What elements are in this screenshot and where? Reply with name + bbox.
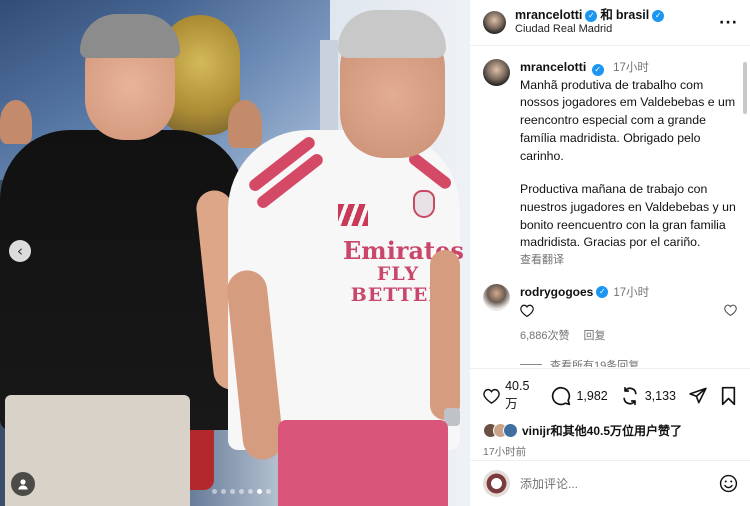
author-line: mrancelotti ✓ 和 brasil ✓ [515, 8, 719, 24]
caption-text-pt: Manhã produtiva de trabalho com nossos j… [520, 77, 736, 163]
carousel-dot [266, 489, 271, 494]
carousel-dot [221, 489, 226, 494]
person-right-shorts [278, 420, 448, 506]
current-user-avatar [483, 470, 510, 497]
post-location[interactable]: Ciudad Real Madrid [515, 23, 719, 37]
author-username[interactable]: mrancelotti [515, 8, 582, 24]
share-button[interactable] [688, 386, 708, 405]
like-count: 40.5 万 [505, 379, 530, 411]
see-translation-link[interactable]: 查看翻译 [520, 253, 737, 269]
verified-badge-icon: ✓ [585, 9, 598, 22]
caption-body: mrancelotti ✓ 17小时 Manhã produtiva de tr… [520, 59, 737, 269]
comment-bubble-icon [552, 386, 571, 405]
verified-badge-icon: ✓ [596, 285, 609, 298]
carousel-dot [257, 489, 262, 494]
person-left-hair [80, 14, 180, 58]
tagged-users-button[interactable] [11, 472, 35, 496]
verified-badge-icon: ✓ [652, 9, 665, 22]
comment-time: 17小时 [613, 286, 650, 299]
commenter-line: rodrygogoes ✓ 17小时 [520, 284, 649, 300]
carousel-prev-button[interactable]: ‹ [9, 240, 31, 262]
comment-heart-row [520, 304, 737, 317]
collaborator-username[interactable]: brasil [616, 8, 649, 24]
commenter-avatar[interactable] [483, 283, 510, 311]
comment-item: rodrygogoes ✓ 17小时 6,886次赞 回复 [483, 283, 737, 343]
emoji-icon[interactable] [719, 474, 738, 493]
collaborator-joiner: 和 [600, 7, 613, 22]
add-comment-bar [470, 460, 750, 506]
save-button[interactable] [720, 386, 737, 406]
like-button[interactable]: 40.5 万 [483, 379, 539, 412]
repost-icon [623, 386, 637, 405]
post-actions: 40.5 万 1,982 3,133 vinijr和其他40.5万位用户赞了 1… [470, 368, 750, 459]
bookmark-icon [721, 386, 736, 405]
likes-summary[interactable]: vinijr和其他40.5万位用户赞了 [483, 422, 737, 439]
likes-text: vinijr和其他40.5万位用户赞了 [522, 424, 683, 438]
like-comment-heart-icon[interactable] [724, 304, 737, 317]
divider [520, 364, 542, 366]
author-avatar[interactable] [483, 11, 506, 34]
view-replies-label: 查看所有19条回复 [550, 359, 640, 367]
more-options-icon[interactable]: ··· [719, 15, 738, 31]
comment-like-count[interactable]: 6,886次赞 [520, 327, 570, 343]
caption-text-es: Productiva mañana de trabajo con nuestro… [520, 182, 736, 250]
comment-input[interactable] [520, 476, 709, 491]
repost-button[interactable]: 3,133 [620, 386, 676, 406]
comment-content: rodrygogoes ✓ 17小时 6,886次赞 回复 [520, 284, 737, 343]
carousel-dot [230, 489, 235, 494]
comments-scrollbar[interactable] [743, 62, 747, 114]
chevron-left-icon: ‹ [17, 242, 23, 260]
person-right-arm [430, 250, 460, 420]
heart-icon [483, 388, 500, 404]
view-replies-button[interactable]: 查看所有19条回复 [520, 357, 737, 367]
paper-plane-icon [689, 387, 707, 404]
carousel-dot [239, 489, 244, 494]
background-person [228, 100, 262, 148]
liker-avatar [503, 423, 518, 438]
background-person [0, 100, 32, 144]
caption-time: 17小时 [613, 62, 649, 74]
comments-list: mrancelotti ✓ 17小时 Manhã produtiva de tr… [470, 47, 750, 367]
comment-button[interactable]: 1,982 [551, 386, 608, 406]
caption-username[interactable]: mrancelotti [520, 60, 586, 74]
post-photo[interactable]: Emirates FLY BETTER ‹ [0, 0, 469, 506]
adidas-logo [338, 204, 368, 226]
share-count: 3,133 [644, 388, 676, 403]
carousel-indicator [212, 489, 271, 494]
post-details-panel: mrancelotti ✓ 和 brasil ✓ Ciudad Real Mad… [469, 0, 750, 506]
comment-reply-button[interactable]: 回复 [584, 327, 606, 343]
post-caption: mrancelotti ✓ 17小时 Manhã produtiva de tr… [483, 59, 737, 269]
heart-icon [520, 304, 534, 317]
person-icon [18, 479, 28, 490]
author-avatar[interactable] [483, 59, 510, 86]
person-right-hair [338, 10, 446, 58]
commenter-username[interactable]: rodrygogoes [520, 285, 593, 299]
comment-count: 1,982 [576, 388, 608, 403]
carousel-dot [248, 489, 253, 494]
post-timestamp[interactable]: 17小时前 [483, 444, 737, 459]
post-header: mrancelotti ✓ 和 brasil ✓ Ciudad Real Mad… [470, 0, 750, 46]
comment-meta: 6,886次赞 回复 [520, 327, 737, 343]
post-header-names: mrancelotti ✓ 和 brasil ✓ Ciudad Real Mad… [515, 8, 719, 37]
action-bar: 40.5 万 1,982 3,133 [483, 379, 737, 412]
carousel-dot [212, 489, 217, 494]
verified-badge-icon: ✓ [591, 64, 604, 76]
club-badge [413, 190, 435, 218]
